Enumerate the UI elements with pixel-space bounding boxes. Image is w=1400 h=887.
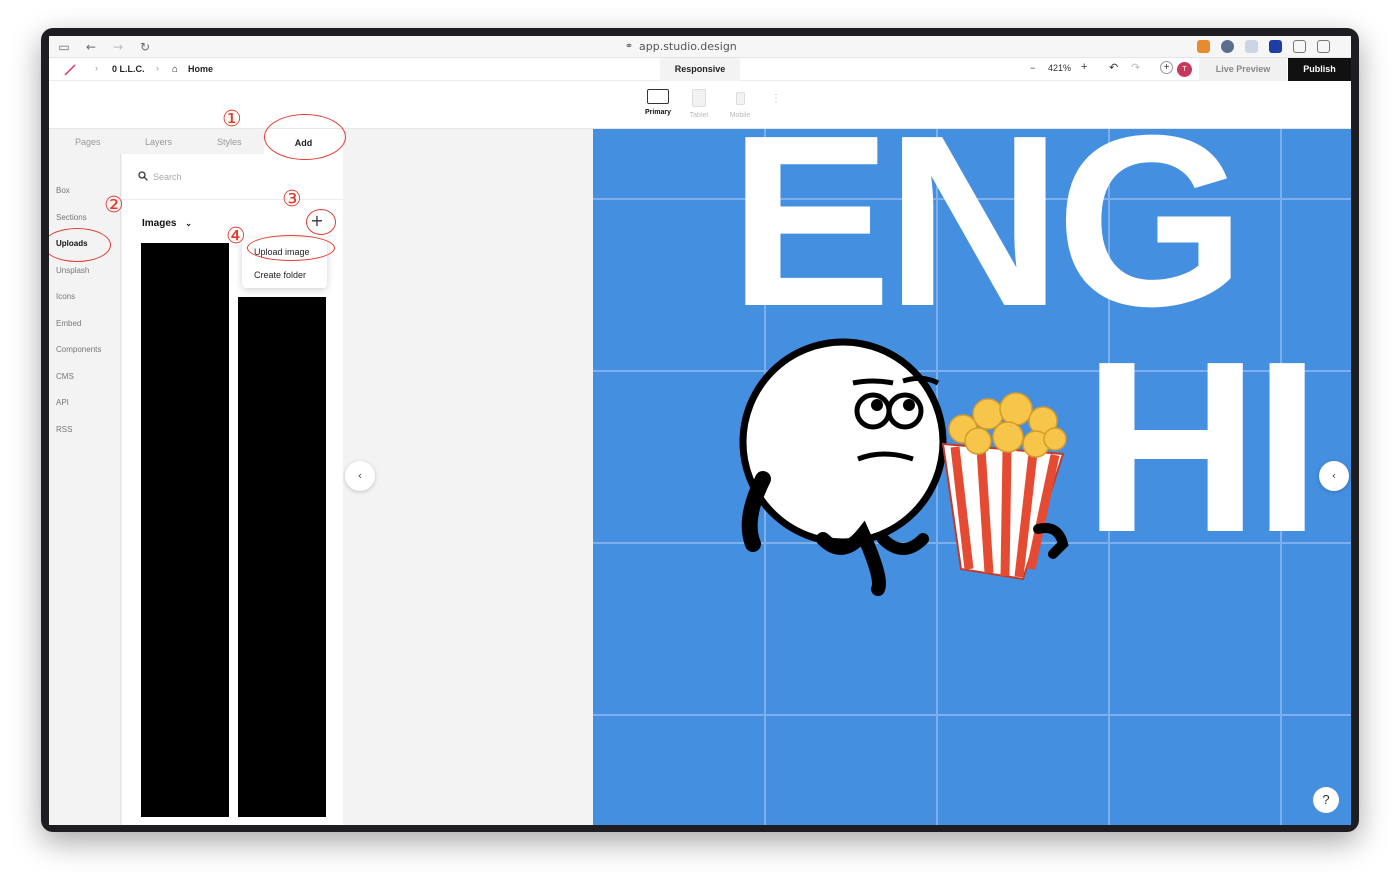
- sidebar-item-box[interactable]: Box: [56, 186, 70, 195]
- annotation-step-3: ③: [282, 187, 302, 212]
- sidebar-item-api[interactable]: API: [56, 398, 69, 407]
- folder-label: Images: [142, 218, 177, 229]
- zoom-in-icon[interactable]: +: [1081, 61, 1087, 73]
- sidebar-toggle-icon[interactable]: ▭: [57, 40, 71, 54]
- device-label: Primary: [644, 109, 672, 116]
- folder-selector[interactable]: Images ⌄: [142, 218, 192, 229]
- device-tablet[interactable]: Tablet: [685, 89, 713, 119]
- annotation-step-1: ①: [222, 107, 242, 132]
- device-selector: Primary Tablet Mobile ⋮: [49, 81, 1351, 129]
- annotation-ring-plus: [306, 209, 336, 235]
- image-thumbnail[interactable]: [141, 243, 229, 817]
- sidebar-item-sections[interactable]: Sections: [56, 213, 87, 222]
- heading-line-2[interactable]: HI: [1083, 325, 1321, 569]
- device-label: Mobile: [729, 112, 751, 119]
- image-thumbnail[interactable]: [238, 297, 326, 817]
- sidebar-item-cms[interactable]: CMS: [56, 372, 74, 381]
- annotation-step-2: ②: [104, 193, 124, 218]
- add-collaborator-icon[interactable]: +: [1160, 61, 1173, 74]
- create-folder-menu-item[interactable]: Create folder: [254, 270, 306, 280]
- publish-button[interactable]: Publish: [1288, 58, 1351, 81]
- page-icon: ⌂: [172, 64, 179, 75]
- divider: [122, 199, 343, 200]
- extension-outline-icon[interactable]: [1293, 40, 1306, 53]
- mobile-icon: [735, 92, 745, 105]
- device-label: Tablet: [689, 112, 709, 119]
- live-preview-button[interactable]: Live Preview: [1199, 58, 1287, 81]
- split-view-icon[interactable]: [1317, 40, 1330, 53]
- sidebar-item-embed[interactable]: Embed: [56, 319, 81, 328]
- app-window: ▭ ← → ↻ ⚭ app.studio.design › 0 L.L.C. ›…: [49, 36, 1351, 825]
- link-icon: ⚭: [624, 41, 634, 52]
- back-icon[interactable]: ←: [84, 40, 98, 54]
- annotation-ring-upload-image: [247, 235, 335, 261]
- canvas-artboard[interactable]: ENG HI ?: [593, 129, 1351, 825]
- chevron-down-icon: ⌄: [185, 219, 192, 228]
- extension-blue-icon[interactable]: [1269, 40, 1282, 53]
- metamask-extension-icon[interactable]: [1197, 40, 1210, 53]
- address-bar[interactable]: app.studio.design: [639, 40, 737, 53]
- breadcrumb-chevron-icon: ›: [156, 63, 159, 73]
- zoom-level[interactable]: 421%: [1048, 63, 1071, 73]
- pen-extension-icon[interactable]: [1245, 40, 1258, 53]
- zoom-out-icon[interactable]: −: [1030, 63, 1035, 73]
- sidebar-item-icons[interactable]: Icons: [56, 292, 75, 301]
- breadcrumb-chevron-icon: ›: [95, 63, 98, 73]
- help-button[interactable]: ?: [1313, 787, 1339, 813]
- collapse-left-panel-button[interactable]: ‹: [345, 461, 375, 491]
- app-toolbar: › 0 L.L.C. › ⌂ Home Responsive − 421% + …: [49, 58, 1351, 81]
- tab-styles[interactable]: Styles: [217, 137, 242, 147]
- annotation-ring-add-tab: [264, 114, 346, 160]
- tab-responsive[interactable]: Responsive: [660, 58, 740, 81]
- popcorn-character-illustration[interactable]: [733, 329, 1078, 599]
- desktop-icon: [647, 89, 669, 104]
- sidebar-item-components[interactable]: Components: [56, 345, 101, 354]
- browser-bar: ▭ ← → ↻ ⚭ app.studio.design: [49, 36, 1351, 58]
- sidebar-item-rss[interactable]: RSS: [56, 425, 72, 434]
- studio-logo-icon[interactable]: [64, 64, 76, 76]
- search-icon: [138, 171, 148, 181]
- undo-icon[interactable]: ↶: [1109, 61, 1118, 74]
- forward-icon[interactable]: →: [111, 40, 125, 54]
- annotation-step-4: ④: [226, 224, 246, 249]
- breadcrumb-org[interactable]: 0 L.L.C.: [112, 64, 145, 74]
- tab-pages[interactable]: Pages: [75, 137, 101, 147]
- extension-icon[interactable]: [1221, 40, 1234, 53]
- collapse-right-panel-button[interactable]: ‹: [1319, 461, 1349, 491]
- avatar[interactable]: T: [1177, 62, 1192, 77]
- sidebar-item-unsplash[interactable]: Unsplash: [56, 266, 89, 275]
- breadcrumb-page[interactable]: Home: [188, 64, 213, 74]
- reload-icon[interactable]: ↻: [138, 40, 152, 54]
- tablet-icon: [692, 89, 706, 107]
- more-options-icon[interactable]: ⋮: [771, 93, 781, 104]
- search-input[interactable]: Search: [153, 172, 182, 182]
- redo-icon[interactable]: ↷: [1131, 61, 1140, 74]
- device-mobile[interactable]: Mobile: [726, 89, 754, 119]
- device-primary[interactable]: Primary: [641, 89, 675, 116]
- tab-layers[interactable]: Layers: [145, 137, 172, 147]
